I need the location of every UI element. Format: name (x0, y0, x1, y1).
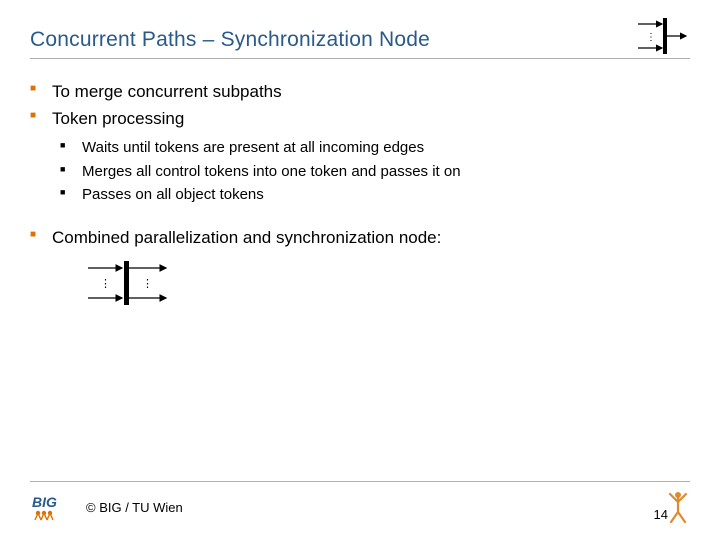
title-divider (30, 58, 690, 59)
sub-bullet-list: Waits until tokens are present at all in… (30, 137, 690, 207)
sub-bullet-item: Passes on all object tokens (60, 184, 690, 207)
slide: Concurrent Paths – Synchronization Node … (0, 0, 720, 540)
big-logo-icon: BIG (30, 493, 74, 521)
slide-header: Concurrent Paths – Synchronization Node (30, 28, 690, 59)
sub-bullet-item: Waits until tokens are present at all in… (60, 137, 690, 160)
person-icon (666, 490, 690, 524)
slide-title: Concurrent Paths – Synchronization Node (30, 28, 690, 52)
copyright-text: © BIG / TU Wien (86, 500, 183, 515)
spacer (30, 208, 690, 226)
slide-content: To merge concurrent subpaths Token proce… (30, 80, 690, 313)
bullet-item: Token processing (30, 107, 690, 132)
bullet-item: Combined parallelization and synchroniza… (30, 226, 690, 251)
combined-node-icon: ⋮ ⋮ (82, 258, 690, 313)
svg-text:⋮: ⋮ (646, 32, 656, 43)
bullet-list: Combined parallelization and synchroniza… (30, 226, 690, 251)
bullet-item: To merge concurrent subpaths (30, 80, 690, 105)
sub-bullet-item: Merges all control tokens into one token… (60, 161, 690, 184)
footer-divider (30, 481, 690, 482)
slide-footer: BIG © BIG / TU Wien 14 (30, 492, 690, 522)
svg-text:⋮: ⋮ (100, 278, 111, 290)
bullet-list: To merge concurrent subpaths Token proce… (30, 80, 690, 131)
svg-text:⋮: ⋮ (142, 278, 153, 290)
sync-node-icon: ⋮ (632, 16, 688, 56)
svg-text:BIG: BIG (32, 494, 57, 510)
